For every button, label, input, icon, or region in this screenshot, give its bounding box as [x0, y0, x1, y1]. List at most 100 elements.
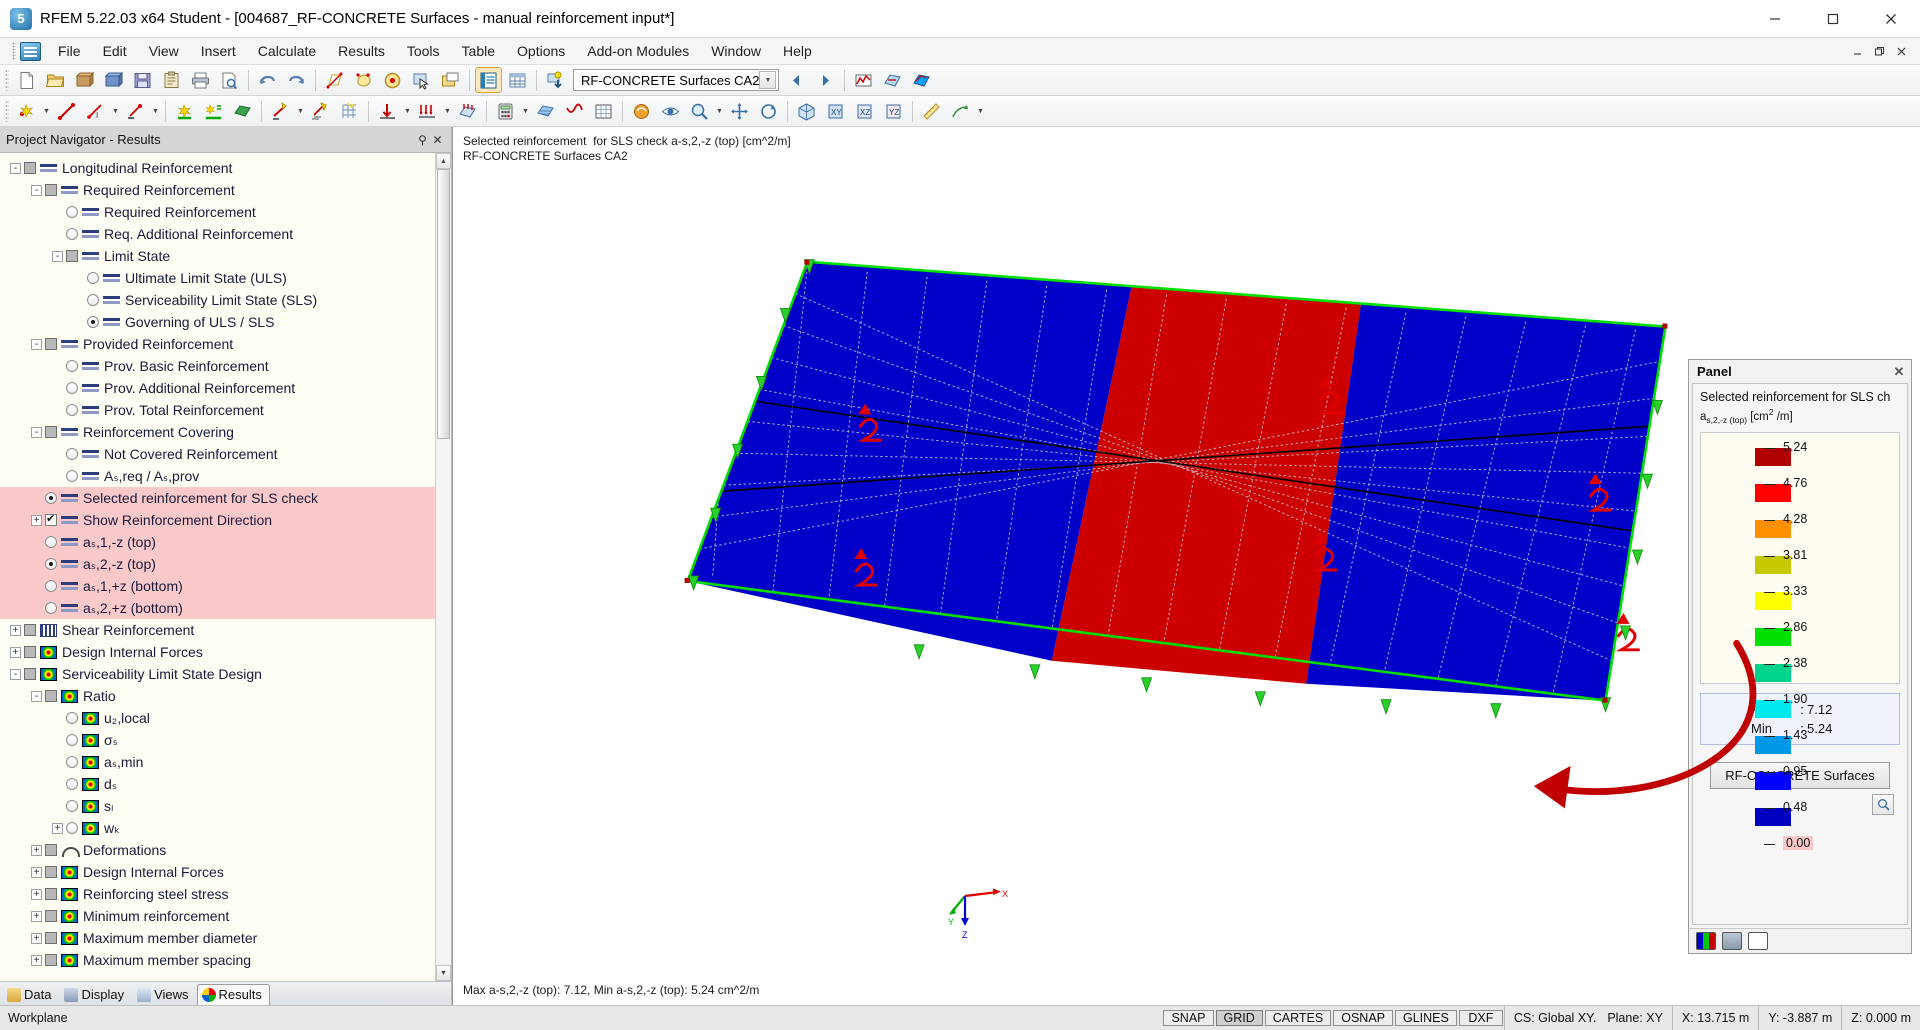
- color-legend[interactable]: 5.244.764.283.813.332.862.381.901.430.95…: [1700, 432, 1900, 684]
- legend-row[interactable]: 2.86: [1701, 529, 1899, 547]
- tree-group-marker[interactable]: [24, 646, 36, 658]
- print-icon[interactable]: [187, 67, 214, 93]
- tree-item[interactable]: Not Covered Reinforcement: [0, 443, 435, 465]
- collapse-icon[interactable]: -: [31, 427, 42, 438]
- expand-icon[interactable]: +: [31, 955, 42, 966]
- select-lasso-icon[interactable]: [350, 67, 377, 93]
- chevron-down-icon[interactable]: ▼: [402, 98, 413, 124]
- surface-load-icon[interactable]: [454, 98, 481, 124]
- tree-item[interactable]: u₂,local: [0, 707, 435, 729]
- mdi-close-button[interactable]: [1890, 41, 1912, 61]
- mdi-restore-button[interactable]: [1868, 41, 1890, 61]
- view-yz-icon[interactable]: YZ: [880, 98, 907, 124]
- tree-radio-button[interactable]: [45, 558, 57, 570]
- tree-radio-button[interactable]: [66, 404, 78, 416]
- menu-addon-modules[interactable]: Add-on Modules: [576, 39, 700, 63]
- expand-icon[interactable]: +: [31, 911, 42, 922]
- zoom-window-icon[interactable]: [686, 98, 713, 124]
- tree-radio-button[interactable]: [66, 448, 78, 460]
- tree-group-marker[interactable]: [45, 338, 57, 350]
- tree-radio-button[interactable]: [66, 360, 78, 372]
- navigator-tab-views[interactable]: Views: [132, 984, 196, 1005]
- scroll-track[interactable]: [436, 169, 451, 965]
- view-xy-icon[interactable]: XY: [822, 98, 849, 124]
- tree-group-marker[interactable]: [45, 910, 57, 922]
- new-window-icon[interactable]: [437, 67, 464, 93]
- status-toggle-dxf[interactable]: DXF: [1459, 1010, 1503, 1026]
- collapse-icon[interactable]: -: [10, 163, 21, 174]
- pan-icon[interactable]: [726, 98, 753, 124]
- toolbar-grip-icon[interactable]: [5, 100, 9, 122]
- chevron-down-icon[interactable]: ▼: [41, 98, 52, 124]
- print-preview-icon[interactable]: [216, 67, 243, 93]
- tree-group-marker[interactable]: [24, 624, 36, 636]
- tree-radio-button[interactable]: [66, 228, 78, 240]
- undo-icon[interactable]: [254, 67, 281, 93]
- tree-group-marker[interactable]: [45, 184, 57, 196]
- calculate-icon[interactable]: [492, 98, 519, 124]
- legend-row[interactable]: 4.28: [1701, 475, 1899, 493]
- tree-radio-button[interactable]: [66, 822, 78, 834]
- results-panel[interactable]: Panel ✕ Selected reinforcement for SLS c…: [1688, 359, 1912, 954]
- tree-item[interactable]: +Minimum reinforcement: [0, 905, 435, 927]
- mesh-icon[interactable]: [590, 98, 617, 124]
- tree-group-marker[interactable]: [45, 954, 57, 966]
- navigator-tab-results[interactable]: Results: [197, 984, 270, 1005]
- save-as-icon[interactable]: [100, 67, 127, 93]
- chevron-down-icon[interactable]: ▼: [150, 98, 161, 124]
- tree-item[interactable]: dₛ: [0, 773, 435, 795]
- tree-item[interactable]: Ultimate Limit State (ULS): [0, 267, 435, 289]
- menu-results[interactable]: Results: [327, 39, 396, 63]
- isoband-icon[interactable]: [908, 67, 935, 93]
- scroll-down-icon[interactable]: ▼: [436, 965, 451, 981]
- expand-icon[interactable]: +: [52, 823, 63, 834]
- save-icon[interactable]: [129, 67, 156, 93]
- tree-item[interactable]: sₗ: [0, 795, 435, 817]
- new-file-icon[interactable]: [13, 67, 40, 93]
- expand-icon[interactable]: +: [31, 845, 42, 856]
- tree-radio-button[interactable]: [87, 294, 99, 306]
- close-icon[interactable]: ✕: [430, 133, 445, 147]
- tree-radio-button[interactable]: [66, 206, 78, 218]
- chevron-down-icon[interactable]: ▼: [442, 98, 453, 124]
- tree-item[interactable]: σₛ: [0, 729, 435, 751]
- tree-group-marker[interactable]: [24, 668, 36, 680]
- values-on-surfaces-icon[interactable]: [879, 67, 906, 93]
- panel-filter-icon[interactable]: [1748, 932, 1768, 950]
- chevron-down-icon[interactable]: ▼: [295, 98, 306, 124]
- chevron-down-icon[interactable]: ▼: [520, 98, 531, 124]
- magnifier-icon[interactable]: [1872, 794, 1894, 815]
- tree-item[interactable]: +Deformations: [0, 839, 435, 861]
- support-icon[interactable]: [122, 98, 149, 124]
- legend-row[interactable]: 0.95: [1701, 601, 1899, 619]
- tree-item[interactable]: Governing of ULS / SLS: [0, 311, 435, 333]
- legend-row[interactable]: 4.76: [1701, 457, 1899, 475]
- nodal-support-icon[interactable]: [171, 98, 198, 124]
- member-icon[interactable]: [267, 98, 294, 124]
- status-toggle-grid[interactable]: GRID: [1216, 1010, 1263, 1026]
- tree-group-marker[interactable]: [24, 162, 36, 174]
- tree-item[interactable]: aₛ,1,-z (top): [0, 531, 435, 553]
- tree-item[interactable]: Prov. Basic Reinforcement: [0, 355, 435, 377]
- legend-row[interactable]: 5.24: [1701, 439, 1899, 457]
- navigator-tab-display[interactable]: Display: [59, 984, 132, 1005]
- legend-row[interactable]: 0.48: [1701, 619, 1899, 637]
- scroll-up-icon[interactable]: ▲: [436, 153, 451, 169]
- collapse-icon[interactable]: -: [31, 691, 42, 702]
- tree-item[interactable]: -Reinforcement Covering: [0, 421, 435, 443]
- chevron-down-icon[interactable]: ▼: [714, 98, 725, 124]
- collapse-icon[interactable]: -: [31, 185, 42, 196]
- select-special-icon[interactable]: [321, 67, 348, 93]
- table-view-icon[interactable]: [475, 67, 502, 93]
- tree-radio-button[interactable]: [45, 580, 57, 592]
- tree-item[interactable]: -Serviceability Limit State Design: [0, 663, 435, 685]
- import-icon[interactable]: [542, 67, 569, 93]
- menu-view[interactable]: View: [138, 39, 190, 63]
- tree-group-marker[interactable]: [45, 426, 57, 438]
- close-button[interactable]: [1862, 0, 1920, 37]
- surface-icon[interactable]: [229, 98, 256, 124]
- legend-row[interactable]: 2.38: [1701, 547, 1899, 565]
- tree-group-marker[interactable]: [45, 690, 57, 702]
- minimize-button[interactable]: [1746, 0, 1804, 37]
- tree-radio-button[interactable]: [45, 492, 57, 504]
